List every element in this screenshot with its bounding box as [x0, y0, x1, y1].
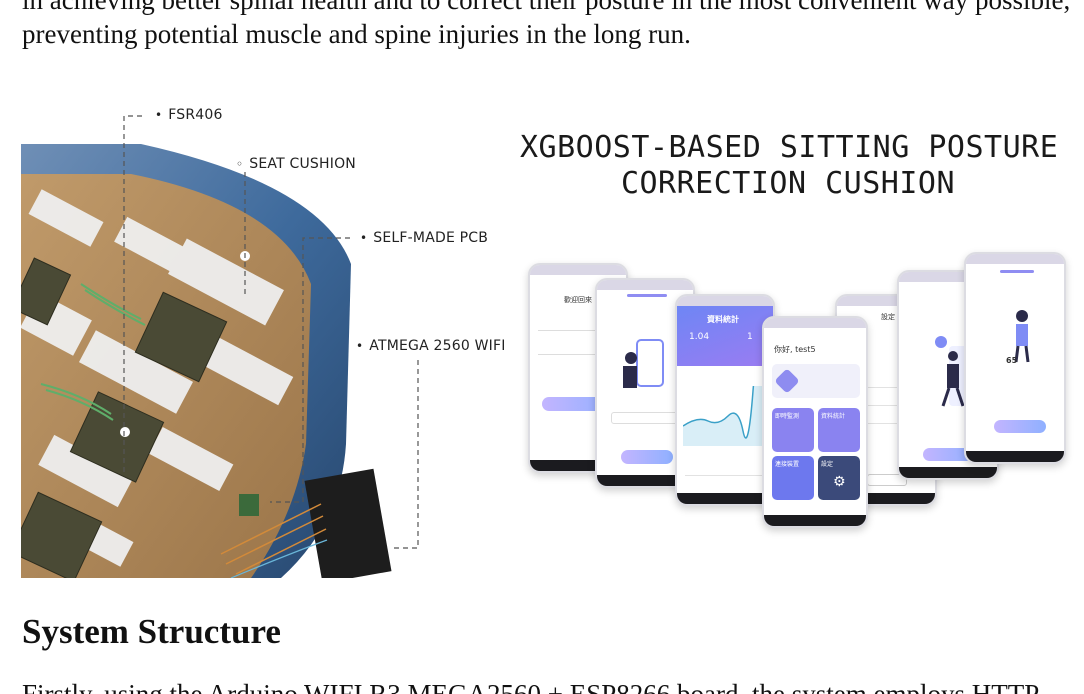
annotation-seat-cushion: ◦ SEAT CUSHION	[236, 156, 356, 172]
annotation-fsr406: • FSR406	[155, 107, 223, 123]
annotation-atmega: • ATMEGA 2560 WIFI	[356, 338, 506, 354]
bullet-icon: •	[356, 339, 364, 353]
gear-icon: ⚙	[833, 474, 846, 490]
phone-stats-screen: 資料統計 1.04 1	[675, 294, 775, 506]
bullet-icon: •	[360, 231, 368, 245]
stats-line-chart	[683, 386, 771, 446]
tile-stats[interactable]: 資料統計	[818, 408, 860, 452]
tile-monitor[interactable]: 即時監測	[772, 408, 814, 452]
tile-settings[interactable]: 設定 ⚙	[818, 456, 860, 500]
paragraph-line: in achieving better spinal health and to…	[22, 0, 1071, 15]
paragraph-line: preventing potential muscle and spine in…	[22, 19, 691, 49]
tile-connect[interactable]: 連接裝置	[772, 456, 814, 500]
paragraph-line: Firstly, using the Arduino WIFI R3 MEGA2…	[22, 679, 1040, 694]
annotation-self-made-pcb: • SELF-MADE PCB	[360, 230, 489, 246]
phone-home-screen: 你好, test5 即時監測 資料統計 連接裝置 設定 ⚙	[762, 316, 868, 528]
poster-title: XGBOOST-BASED SITTING POSTURE CORRECTION…	[520, 130, 1059, 201]
bullet-icon: •	[155, 108, 163, 122]
bullet-icon: ◦	[236, 157, 244, 171]
project-figure: • FSR406 ◦ SEAT CUSHION • SELF-MADE PCB • AT…	[0, 92, 1084, 588]
person-phone-illustration	[623, 339, 664, 388]
phone-step-screen-b: 65	[964, 252, 1066, 464]
section-heading: System Structure	[22, 612, 281, 651]
